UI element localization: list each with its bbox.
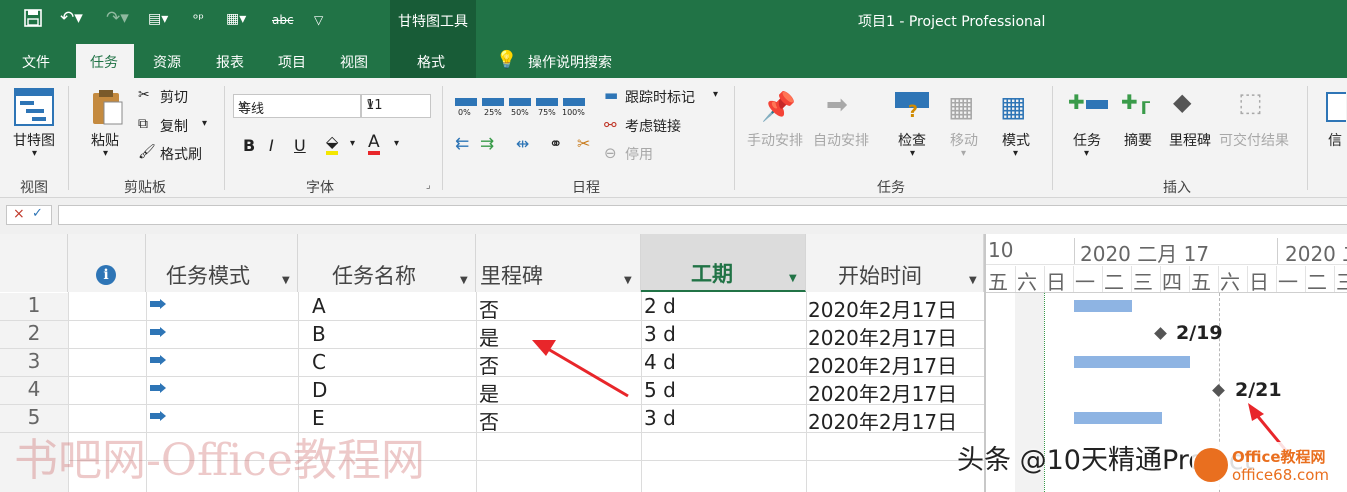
annotation-arrows [532, 340, 1290, 454]
site-logo: Office教程网 office68.com [1192, 442, 1347, 490]
watermark-text: 书吧网-Office教程网 [14, 435, 425, 486]
arrow-head-icon [532, 340, 556, 356]
annotation-arrow [547, 347, 629, 398]
logo-url: office68.com [1232, 466, 1330, 484]
arrow-head-icon [1248, 403, 1264, 421]
office-logo-icon [1194, 448, 1228, 482]
logo-title: Office教程网 [1232, 448, 1326, 466]
